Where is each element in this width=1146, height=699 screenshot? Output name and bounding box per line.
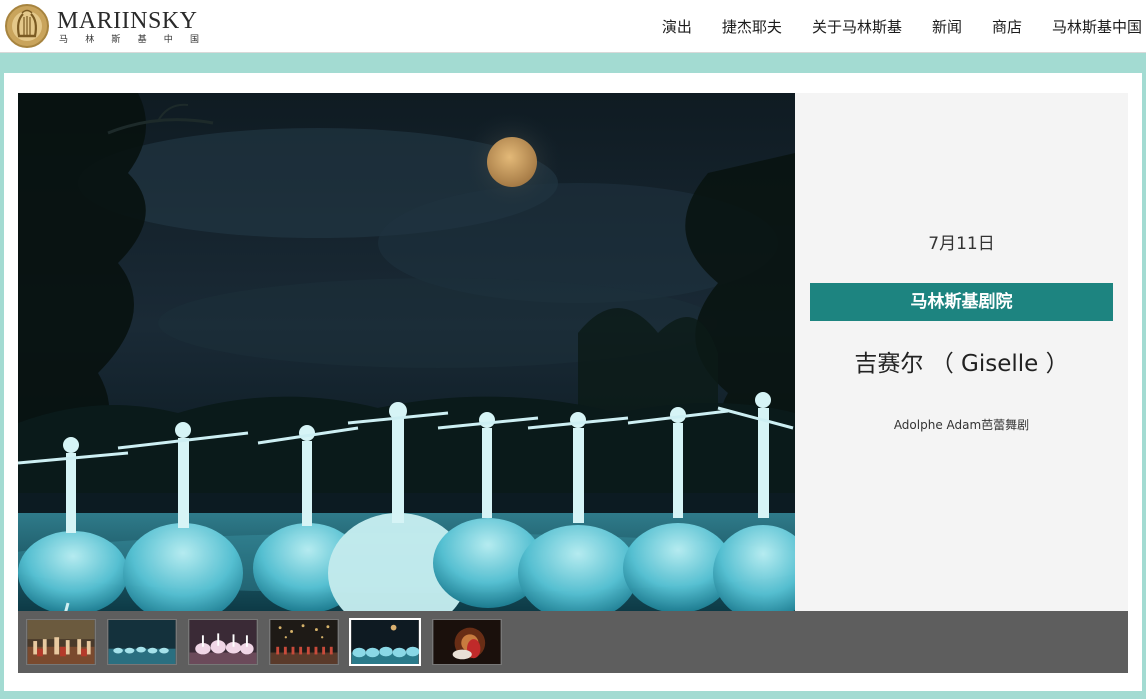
event-info-panel: 7月11日 马林斯基剧院 吉赛尔 （ Giselle ） Adolphe Ada…	[795, 93, 1128, 611]
thumbnail-strip	[18, 611, 1128, 673]
logo-sub-char: 国	[189, 35, 199, 45]
logo-sub-char: 马	[59, 35, 69, 45]
thumbnail-6[interactable]	[432, 619, 502, 665]
thumbnail-image	[351, 620, 419, 664]
nav-gergiev[interactable]: 捷杰耶夫	[722, 17, 782, 37]
nav-performances[interactable]: 演出	[662, 17, 692, 37]
thumbnail-1[interactable]	[26, 619, 96, 665]
hero-image[interactable]	[18, 93, 795, 611]
main-nav: 演出 捷杰耶夫 关于马林斯基 新闻 商店 马林斯基中国	[632, 0, 1142, 53]
logo-sub-char: 中	[163, 35, 173, 45]
event-title: 吉赛尔 （ Giselle ）	[854, 351, 1069, 377]
thumbnail-5-active[interactable]	[349, 618, 421, 666]
thumbnail-3[interactable]	[188, 619, 258, 665]
thumbnail-image	[270, 620, 338, 664]
ballet-scene-illustration	[18, 93, 795, 611]
venue-button[interactable]: 马林斯基剧院	[810, 283, 1113, 321]
logo-sub-char: 斯	[111, 35, 121, 45]
event-genre: Adolphe Adam芭蕾舞剧	[893, 418, 1030, 432]
logo-sub-char: 林	[85, 35, 95, 45]
thumbnail-image	[108, 620, 176, 664]
thumbnail-2[interactable]	[107, 619, 177, 665]
lyre-emblem-icon	[5, 4, 49, 48]
site-header: MARIINSKY 马 林 斯 基 中 国 演出 捷杰耶夫 关于马林斯基 新闻 …	[0, 0, 1146, 53]
nav-shop[interactable]: 商店	[992, 17, 1022, 37]
mariinsky-logo[interactable]: MARIINSKY 马 林 斯 基 中 国	[4, 3, 204, 51]
logo-subtitle: 马 林 斯 基 中 国	[59, 35, 199, 45]
nav-about[interactable]: 关于马林斯基	[812, 17, 902, 37]
nav-mariinsky-china[interactable]: 马林斯基中国	[1052, 17, 1142, 37]
nav-news[interactable]: 新闻	[932, 17, 962, 37]
thumbnail-image	[189, 620, 257, 664]
event-card: 7月11日 马林斯基剧院 吉赛尔 （ Giselle ） Adolphe Ada…	[4, 73, 1142, 691]
thumbnail-4[interactable]	[269, 619, 339, 665]
thumbnail-image	[27, 620, 95, 664]
logo-wordmark: MARIINSKY	[57, 8, 198, 34]
logo-sub-char: 基	[137, 35, 147, 45]
thumbnail-image	[433, 620, 501, 664]
event-date: 7月11日	[928, 234, 995, 254]
